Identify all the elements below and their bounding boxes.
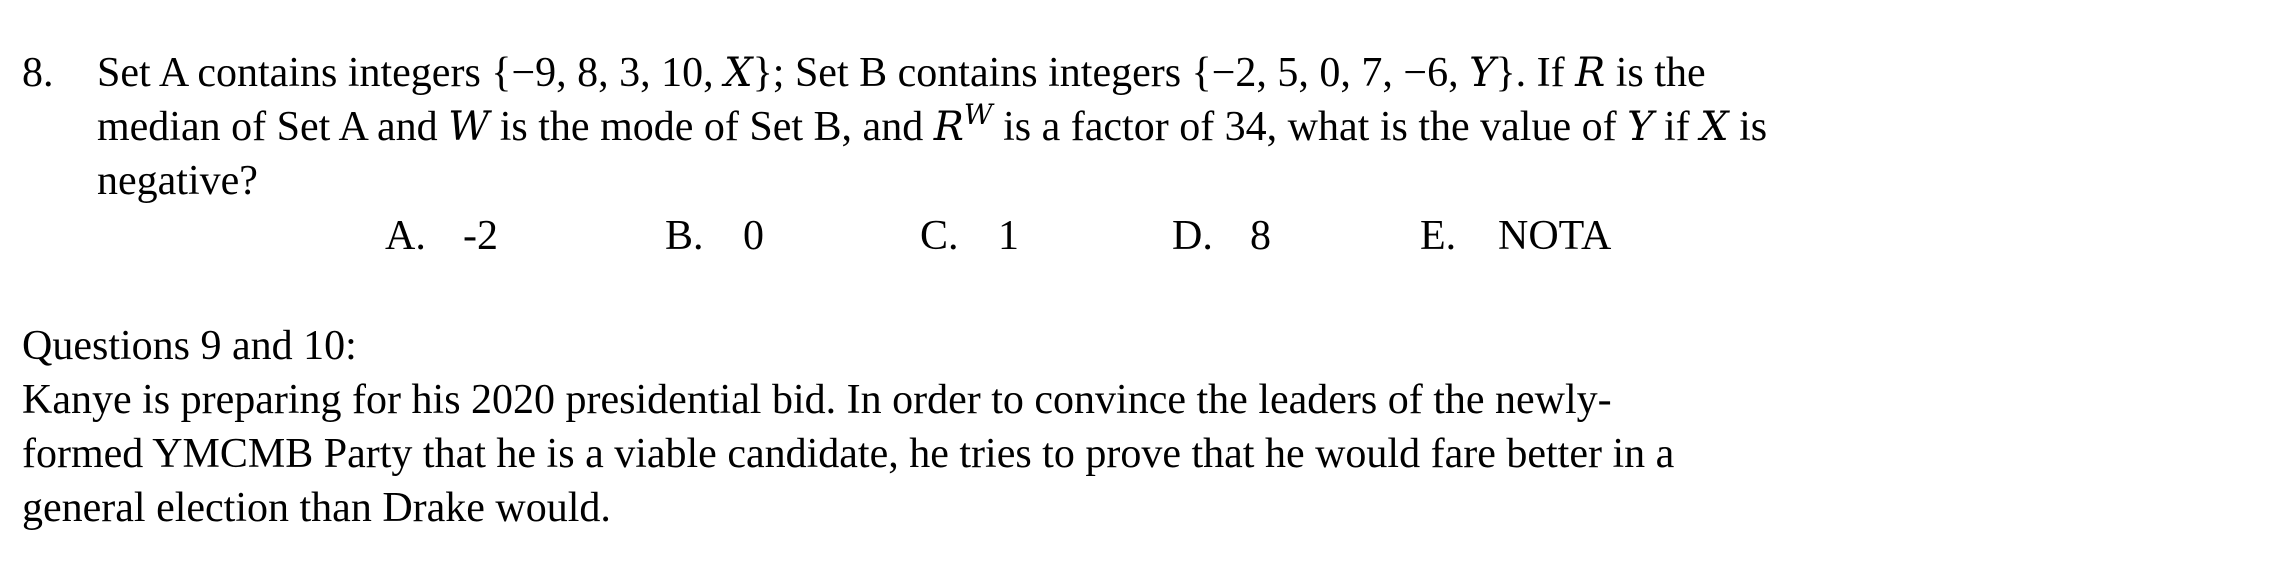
question-text-segment: is a factor of 34, what is the value of	[992, 104, 1628, 150]
math-variable-r: R	[1575, 50, 1606, 96]
math-variable-x: X	[1700, 104, 1729, 150]
math-variable-y: Y	[1469, 50, 1496, 96]
question-text-segment: median of Set A and	[97, 104, 449, 150]
choice-letter: B.	[665, 213, 704, 259]
section-heading: Questions 9 and 10:	[22, 323, 357, 369]
choice-letter: D.	[1172, 213, 1213, 259]
question-text-segment: is	[1728, 104, 1768, 150]
math-variable-w: W	[448, 104, 490, 150]
choice-value: 0	[743, 213, 764, 259]
question-text-segment: Set A contains integers {−9, 8, 3, 10,	[97, 50, 725, 96]
choice-value: 8	[1250, 213, 1271, 259]
answer-choice-b: B. 0	[665, 209, 764, 263]
answer-choices: A. -2 B. 0 C. 1 D. 8 E. NOTA	[0, 209, 2270, 263]
question-text-segment: }; Set B contains integers {−2, 5, 0, 7,…	[752, 50, 1470, 96]
question-line-3: negative?	[97, 158, 258, 204]
document-page: 8. Set A contains integers {−9, 8, 3, 10…	[0, 0, 2270, 588]
choice-letter: A.	[385, 213, 426, 259]
math-variable-r: R	[933, 104, 964, 150]
question-text-segment: }. If	[1495, 50, 1576, 96]
question-number: 8.	[22, 50, 54, 96]
choice-value: 1	[998, 213, 1019, 259]
passage: Kanye is preparing for his 2020 presiden…	[22, 373, 2222, 535]
answer-choice-a: A. -2	[385, 209, 498, 263]
question-line-2: median of Set A and W is the mode of Set…	[97, 98, 2177, 154]
question-text: Set A contains integers {−9, 8, 3, 10, X…	[97, 46, 2177, 208]
question-line-1: Set A contains integers {−9, 8, 3, 10, X…	[97, 46, 2177, 100]
choice-letter: E.	[1420, 213, 1457, 259]
answer-choice-e: E. NOTA	[1420, 209, 1611, 263]
answer-choice-c: C. 1	[920, 209, 1019, 263]
math-variable-y: Y	[1627, 104, 1654, 150]
question-text-segment: if	[1653, 104, 1701, 150]
answer-choice-d: D. 8	[1172, 209, 1271, 263]
passage-line: general election than Drake would.	[22, 485, 611, 531]
math-exponent-w: W	[963, 98, 993, 131]
choice-value: NOTA	[1498, 213, 1612, 259]
math-variable-x: X	[724, 50, 753, 96]
question-text-segment: is the mode of Set B, and	[489, 104, 934, 150]
passage-line: Kanye is preparing for his 2020 presiden…	[22, 377, 1612, 423]
choice-letter: C.	[920, 213, 959, 259]
question-text-segment: is the	[1605, 50, 1706, 96]
passage-line: formed YMCMB Party that he is a viable c…	[22, 431, 1675, 477]
choice-value: -2	[463, 213, 498, 259]
